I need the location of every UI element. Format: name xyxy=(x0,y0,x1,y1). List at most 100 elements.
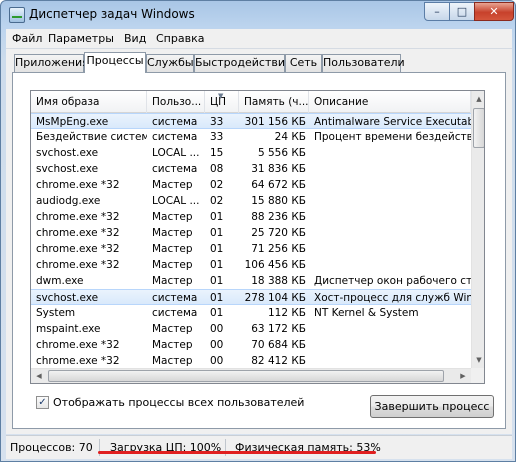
tab-performance[interactable]: Быстродействие xyxy=(194,54,292,72)
cell-description xyxy=(309,354,471,369)
cell-cpu: 01 xyxy=(210,227,224,239)
cell-image-name: svchost.exe xyxy=(36,147,99,159)
cell-image-name: svchost.exe xyxy=(36,292,99,304)
column-memory[interactable]: Память (ч... xyxy=(239,91,309,113)
column-description[interactable]: Описание xyxy=(309,91,471,113)
sort-descending-icon: ▼ xyxy=(218,92,224,100)
tab-network[interactable]: Сеть xyxy=(285,54,322,72)
column-cpu[interactable]: ▼ ЦП xyxy=(205,91,239,113)
table-row[interactable]: mspaint.exe Мастер 00 63 172 КБ xyxy=(31,321,471,337)
cell-memory: 63 172 КБ xyxy=(251,323,306,335)
scroll-down-arrow-icon[interactable]: ▼ xyxy=(472,352,484,368)
horizontal-scrollbar[interactable]: ◀ ▶ xyxy=(31,368,471,383)
cell-user: Мастер xyxy=(152,275,193,287)
tab-users[interactable]: Пользователи xyxy=(322,54,405,72)
status-bar: Процессов: 70 Загрузка ЦП: 100% Физическ… xyxy=(6,435,512,459)
menu-view[interactable]: Вид xyxy=(124,32,146,45)
cell-image-name: Бездействие системы xyxy=(36,131,147,143)
table-row[interactable]: Бездействие системы система 33 24 КБ Процент… xyxy=(31,129,471,145)
cell-description: Диспетчер окон рабочего стола xyxy=(314,275,471,287)
cell-description xyxy=(309,322,471,337)
cell-image-name: chrome.exe *32 xyxy=(36,179,120,191)
table-row[interactable]: svchost.exe система 01 278 104 КБ Хост-проце… xyxy=(31,289,471,305)
column-label: Пользо... xyxy=(152,96,202,108)
column-image-name[interactable]: Имя образа xyxy=(31,91,147,113)
cell-description: Процент времени бездействия п xyxy=(314,131,471,143)
close-button[interactable]: ✕ xyxy=(474,2,514,21)
cell-cpu: 01 xyxy=(210,211,224,223)
table-row[interactable]: chrome.exe *32 Мастер 01 25 720 КБ xyxy=(31,225,471,241)
vertical-scrollbar[interactable]: ▲ ▼ xyxy=(471,91,484,368)
cell-description xyxy=(309,194,471,209)
table-row[interactable]: chrome.exe *32 Мастер 01 71 256 КБ xyxy=(31,241,471,257)
table-row[interactable]: MsMpEng.exe система 33 301 156 КБ Antimalwar… xyxy=(31,113,471,129)
cell-memory: 18 388 КБ xyxy=(251,275,306,287)
show-all-users-label[interactable]: Отображать процессы всех пользователей xyxy=(53,396,304,409)
cell-user: Мастер xyxy=(152,259,193,271)
cell-image-name: chrome.exe *32 xyxy=(36,259,120,271)
menu-help[interactable]: Справка xyxy=(156,32,204,45)
cell-description xyxy=(309,210,471,225)
title-bar[interactable]: Диспетчер задач Windows – □ ✕ xyxy=(1,1,515,29)
task-manager-window: Диспетчер задач Windows – □ ✕ Файл Парам… xyxy=(0,0,516,462)
table-row[interactable]: chrome.exe *32 Мастер 01 88 236 КБ xyxy=(31,209,471,225)
cell-image-name: MsMpEng.exe xyxy=(36,116,109,128)
menu-options[interactable]: Параметры xyxy=(48,32,114,45)
cell-description: Хост-процесс для служб Window xyxy=(314,292,471,304)
cell-cpu: 00 xyxy=(210,339,224,351)
table-row[interactable]: System система 01 112 КБ NT Kernel & System xyxy=(31,305,471,321)
cell-user: система xyxy=(152,292,198,304)
cell-description: NT Kernel & System xyxy=(314,307,419,319)
table-row[interactable]: audiodg.exe LOCAL ... 02 15 880 КБ xyxy=(31,193,471,209)
end-process-button[interactable]: Завершить процесс xyxy=(370,395,494,418)
cell-cpu: 08 xyxy=(210,163,224,175)
cell-user: LOCAL ... xyxy=(152,147,200,159)
window-title: Диспетчер задач Windows xyxy=(29,7,195,21)
column-label: Память (ч... xyxy=(244,96,309,108)
cell-user: Мастер xyxy=(152,243,193,255)
cell-cpu: 01 xyxy=(210,307,224,319)
maximize-button[interactable]: □ xyxy=(449,2,475,21)
cell-user: Мастер xyxy=(152,339,193,351)
vertical-scroll-thumb[interactable] xyxy=(473,108,484,148)
table-row[interactable]: chrome.exe *32 Мастер 00 70 684 КБ xyxy=(31,337,471,353)
cell-cpu: 00 xyxy=(210,355,224,367)
scroll-right-arrow-icon[interactable]: ▶ xyxy=(455,369,471,383)
cell-image-name: audiodg.exe xyxy=(36,195,101,207)
minimize-button[interactable]: – xyxy=(424,2,450,21)
scroll-up-arrow-icon[interactable]: ▲ xyxy=(472,91,484,107)
cell-description xyxy=(309,178,471,193)
table-row[interactable]: chrome.exe *32 Мастер 00 82 412 КБ xyxy=(31,353,471,369)
cell-user: LOCAL ... xyxy=(152,195,200,207)
cell-memory: 15 880 КБ xyxy=(251,195,306,207)
cell-user: Мастер xyxy=(152,179,193,191)
cell-image-name: chrome.exe *32 xyxy=(36,243,120,255)
menu-file[interactable]: Файл xyxy=(12,32,42,45)
table-row[interactable]: svchost.exe LOCAL ... 15 5 556 КБ xyxy=(31,145,471,161)
cell-user: система xyxy=(152,163,198,175)
cell-description xyxy=(309,226,471,241)
table-row[interactable]: chrome.exe *32 Мастер 02 64 672 КБ xyxy=(31,177,471,193)
horizontal-scroll-thumb[interactable] xyxy=(48,370,444,382)
column-label: Описание xyxy=(314,96,369,108)
red-highlight-underline xyxy=(98,451,376,454)
tab-services[interactable]: Службы xyxy=(146,54,194,72)
table-row[interactable]: dwm.exe Мастер 01 18 388 КБ Диспетчер окон р… xyxy=(31,273,471,289)
cell-user: Мастер xyxy=(152,211,193,223)
tab-processes[interactable]: Процессы xyxy=(84,52,146,73)
cell-memory: 278 104 КБ xyxy=(244,292,306,304)
table-row[interactable]: chrome.exe *32 Мастер 01 106 456 КБ xyxy=(31,257,471,273)
cell-image-name: chrome.exe *32 xyxy=(36,355,120,367)
cell-description xyxy=(309,162,471,177)
process-list[interactable]: Имя образа Пользо... ▼ ЦП Память (ч... Оп… xyxy=(30,90,485,384)
column-user[interactable]: Пользо... xyxy=(147,91,205,113)
cell-memory: 112 КБ xyxy=(267,307,306,319)
show-all-users-checkbox[interactable]: ✓ xyxy=(36,396,49,409)
cell-description xyxy=(309,338,471,353)
scroll-left-arrow-icon[interactable]: ◀ xyxy=(31,369,47,383)
tab-applications[interactable]: Приложения xyxy=(14,54,89,72)
cell-memory: 64 672 КБ xyxy=(251,179,306,191)
cell-user: Мастер xyxy=(152,323,193,335)
table-row[interactable]: svchost.exe система 08 31 836 КБ xyxy=(31,161,471,177)
cell-description xyxy=(309,258,471,273)
